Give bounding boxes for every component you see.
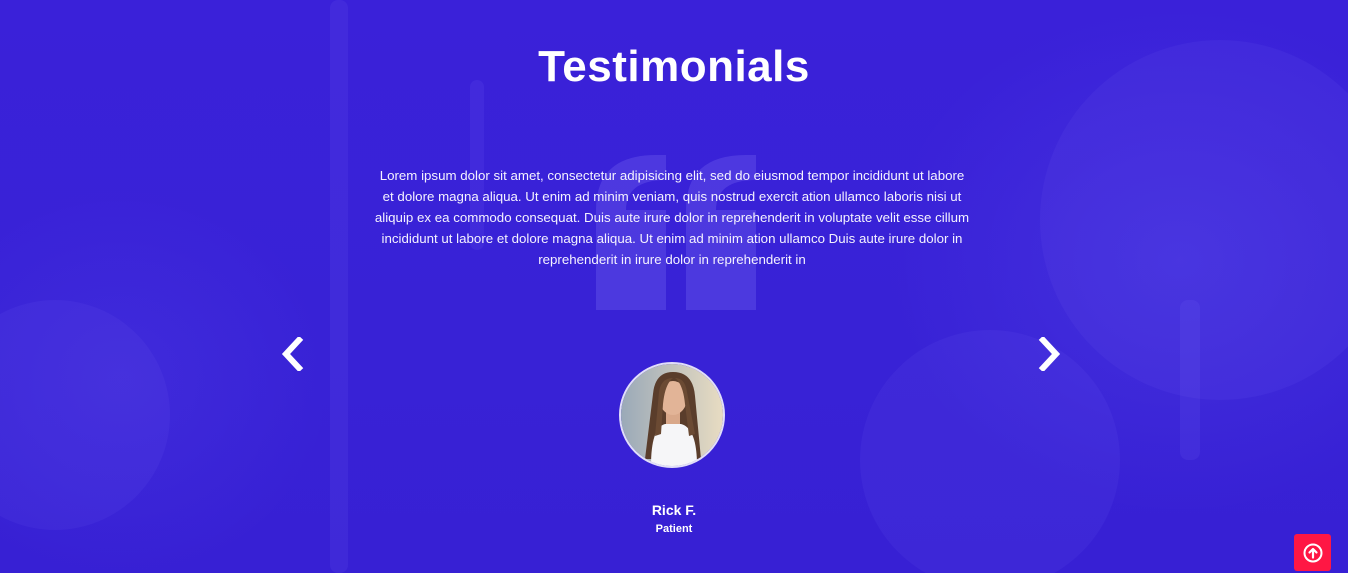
scroll-to-top-button[interactable] (1294, 534, 1331, 571)
background-decoration (1180, 300, 1200, 460)
testimonial-author-name: Rick F. (651, 502, 697, 518)
testimonial-author-role: Patient (655, 523, 693, 535)
person-photo (621, 364, 723, 466)
chevron-left-icon (281, 337, 304, 371)
chevron-right-icon (1038, 337, 1061, 371)
testimonial-text: Lorem ipsum dolor sit amet, consectetur … (374, 168, 970, 267)
arrow-up-circle-icon (1303, 543, 1322, 562)
background-decoration (0, 300, 170, 530)
testimonials-section: Testimonials Lorem ipsum dolor sit amet,… (0, 0, 1348, 573)
section-title: Testimonials (538, 42, 810, 91)
next-testimonial-button[interactable] (1031, 334, 1067, 374)
avatar (619, 362, 725, 468)
background-decoration (860, 330, 1120, 573)
previous-testimonial-button[interactable] (275, 334, 311, 374)
